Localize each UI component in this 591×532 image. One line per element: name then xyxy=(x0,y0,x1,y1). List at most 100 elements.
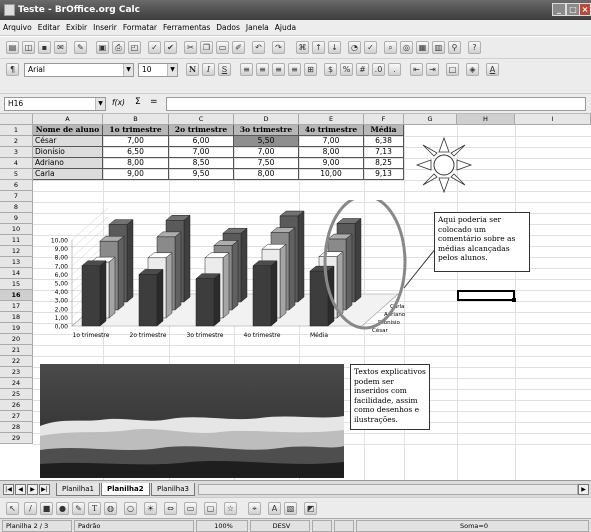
tab-planilha1[interactable]: Planilha1 xyxy=(56,483,100,496)
chevron-down-icon[interactable]: ▼ xyxy=(123,64,133,76)
fontwork-icon[interactable]: A xyxy=(268,502,281,515)
print-icon[interactable]: ⎙ xyxy=(112,41,125,54)
row-header[interactable]: 17 xyxy=(0,301,33,312)
row-header[interactable]: 22 xyxy=(0,356,33,367)
chart-bar[interactable] xyxy=(81,260,107,327)
row-header[interactable]: 11 xyxy=(0,235,33,246)
styles-icon[interactable]: ¶ xyxy=(6,63,19,76)
row-header[interactable]: 20 xyxy=(0,334,33,345)
sort-descending-icon[interactable]: ↓ xyxy=(328,41,341,54)
formula-input[interactable] xyxy=(166,97,586,111)
bold-button[interactable]: N xyxy=(186,63,199,76)
close-button[interactable]: × xyxy=(579,3,591,16)
open-folder-icon[interactable]: ◫ xyxy=(22,41,35,54)
menu-janela[interactable]: Janela xyxy=(243,20,272,32)
menu-exibir[interactable]: Exibir xyxy=(63,20,90,32)
row-header[interactable]: 24 xyxy=(0,378,33,389)
gallery-icon[interactable]: ▦ xyxy=(416,41,429,54)
row-header[interactable]: 15 xyxy=(0,279,33,290)
increase-indent-icon[interactable]: ⇥ xyxy=(426,63,439,76)
paste-icon[interactable]: ▭ xyxy=(216,41,229,54)
align-left-icon[interactable]: ≡ xyxy=(240,63,253,76)
add-decimal-icon[interactable]: .0 xyxy=(372,63,385,76)
undo-icon[interactable]: ↶ xyxy=(252,41,265,54)
column-header-g[interactable]: G xyxy=(404,114,457,125)
grade-cell[interactable]: 8,00 xyxy=(234,169,299,180)
student-name-cell[interactable]: Adriano xyxy=(33,158,103,169)
grade-cell[interactable]: 5,50 xyxy=(234,136,299,147)
row-header[interactable]: 14 xyxy=(0,268,33,279)
callouts-icon[interactable]: ▢ xyxy=(204,502,217,515)
save-icon[interactable]: ▪ xyxy=(38,41,51,54)
row-header[interactable]: 1 xyxy=(0,125,33,136)
decrease-indent-icon[interactable]: ⇤ xyxy=(410,63,423,76)
spreadsheet-grid[interactable]: A B C D E F G H I 1 2 3 4 5 6 7 8 9 10 11 12 13 14 15 1… xyxy=(0,114,591,480)
average-cell[interactable]: 7,13 xyxy=(364,147,404,158)
forest-photo[interactable] xyxy=(40,364,344,478)
zoom-indicator[interactable]: 100% xyxy=(196,520,248,532)
column-header-f[interactable]: F xyxy=(364,114,404,125)
line-icon[interactable]: / xyxy=(24,502,37,515)
row-header[interactable]: 4 xyxy=(0,158,33,169)
row-header[interactable]: 9 xyxy=(0,213,33,224)
last-sheet-icon[interactable]: ▶| xyxy=(39,484,50,495)
tab-planilha3[interactable]: Planilha3 xyxy=(151,483,195,496)
insert-image-icon[interactable]: ▧ xyxy=(284,502,297,515)
image-comment-box[interactable]: Textos explicativos podem ser inseridos … xyxy=(350,364,430,430)
chevron-down-icon[interactable]: ▼ xyxy=(167,64,177,76)
new-document-icon[interactable]: ▤ xyxy=(6,41,19,54)
cut-icon[interactable]: ✂ xyxy=(184,41,197,54)
header-cell-q1[interactable]: 1o trimestre xyxy=(103,125,169,136)
name-box[interactable]: H16 ▼ xyxy=(4,97,106,111)
fill-handle[interactable] xyxy=(512,298,516,302)
align-center-icon[interactable]: ≡ xyxy=(256,63,269,76)
find-icon[interactable]: ⌕ xyxy=(384,41,397,54)
previous-sheet-icon[interactable]: ◀ xyxy=(15,484,26,495)
grade-cell[interactable]: 9,50 xyxy=(169,169,234,180)
autofilter-icon[interactable]: ✓ xyxy=(364,41,377,54)
grade-cell[interactable]: 7,00 xyxy=(299,136,364,147)
row-header[interactable]: 28 xyxy=(0,422,33,433)
scroll-right-icon[interactable]: ▶ xyxy=(578,484,589,495)
number-format-icon[interactable]: # xyxy=(356,63,369,76)
row-header[interactable]: 5 xyxy=(0,169,33,180)
copy-icon[interactable]: ❐ xyxy=(200,41,213,54)
grade-cell[interactable]: 8,00 xyxy=(299,147,364,158)
italic-button[interactable]: I xyxy=(202,63,215,76)
help-icon[interactable]: ? xyxy=(468,41,481,54)
justify-icon[interactable]: ≡ xyxy=(288,63,301,76)
grade-cell[interactable]: 9,00 xyxy=(299,158,364,169)
column-header-e[interactable]: E xyxy=(299,114,364,125)
grade-cell[interactable]: 6,00 xyxy=(169,136,234,147)
row-header[interactable]: 3 xyxy=(0,147,33,158)
freeform-icon[interactable]: ✎ xyxy=(72,502,85,515)
align-right-icon[interactable]: ≡ xyxy=(272,63,285,76)
merge-cells-icon[interactable]: ⊞ xyxy=(304,63,317,76)
borders-icon[interactable]: □ xyxy=(446,63,459,76)
column-header-c[interactable]: C xyxy=(169,114,234,125)
row-header[interactable]: 29 xyxy=(0,433,33,444)
sun-drawing[interactable] xyxy=(408,132,480,198)
rectangle-icon[interactable]: ■ xyxy=(40,502,53,515)
student-name-cell[interactable]: Dionísio xyxy=(33,147,103,158)
edit-file-icon[interactable]: ✎ xyxy=(74,41,87,54)
grade-cell[interactable]: 7,00 xyxy=(103,136,169,147)
average-cell[interactable]: 8,25 xyxy=(364,158,404,169)
tab-planilha2[interactable]: Planilha2 xyxy=(101,483,150,496)
zoom-icon[interactable]: ⚲ xyxy=(448,41,461,54)
first-sheet-icon[interactable]: |◀ xyxy=(3,484,14,495)
row-header[interactable]: 6 xyxy=(0,180,33,191)
hyperlink-icon[interactable]: ⌘ xyxy=(296,41,309,54)
chevron-down-icon[interactable]: ▼ xyxy=(95,98,105,110)
symbol-shapes-icon[interactable]: ☀ xyxy=(144,502,157,515)
bar-chart-3d[interactable]: 10,009,00 8,007,00 6,00 5,004,00 3,002,00 1,0… xyxy=(38,200,408,360)
spellcheck-icon[interactable]: ✓ xyxy=(148,41,161,54)
menu-ferramentas[interactable]: Ferramentas xyxy=(160,20,213,32)
row-header[interactable]: 10 xyxy=(0,224,33,235)
chart-bar[interactable] xyxy=(138,268,164,327)
chart-bar[interactable] xyxy=(195,273,221,327)
basic-shapes-icon[interactable]: ○ xyxy=(124,502,137,515)
callout-icon[interactable]: ◍ xyxy=(104,502,117,515)
datasources-icon[interactable]: ▥ xyxy=(432,41,445,54)
function-icon[interactable]: = xyxy=(150,97,158,107)
